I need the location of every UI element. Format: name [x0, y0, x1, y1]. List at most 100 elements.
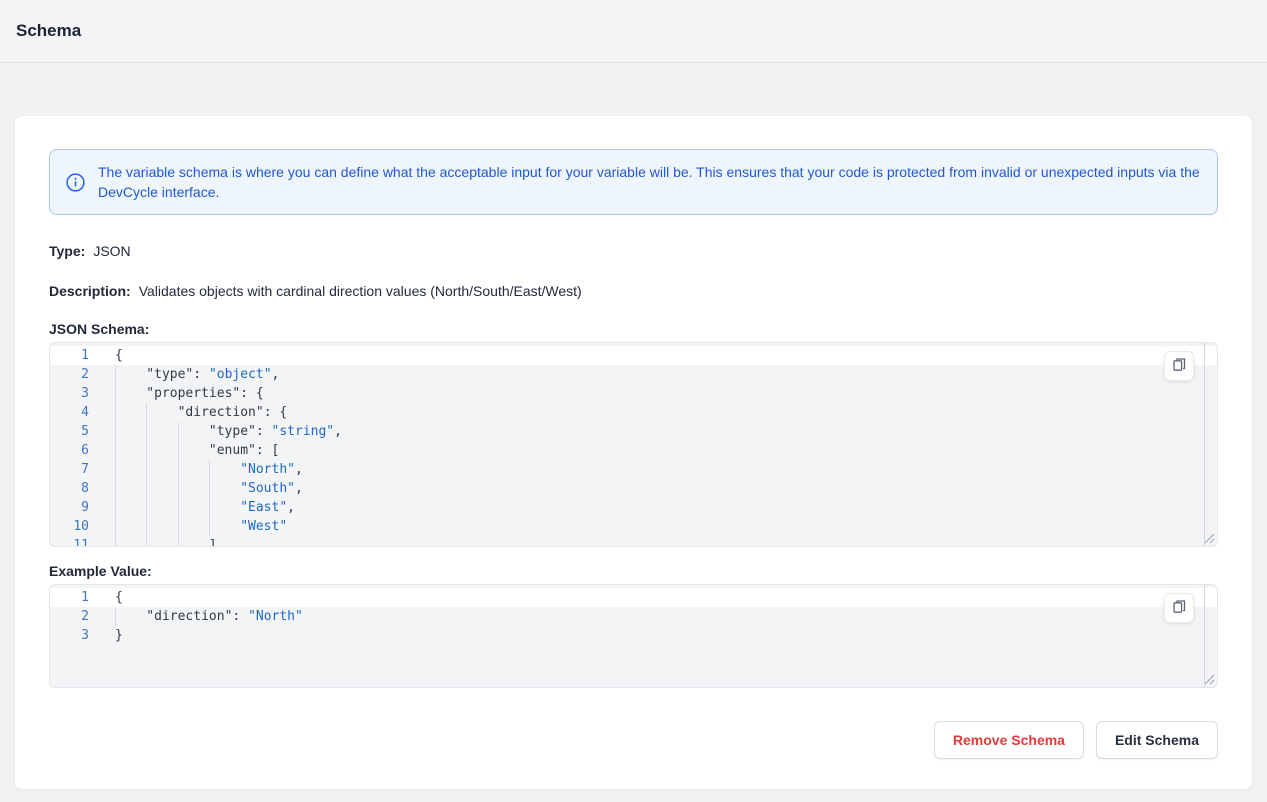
resize-handle-icon[interactable] — [1204, 674, 1215, 685]
indent-guide — [178, 422, 209, 441]
code-text: "enum": [ — [103, 441, 1217, 460]
line-number: 2 — [50, 607, 103, 626]
indent-guide — [178, 498, 209, 517]
code-text: } — [103, 626, 1217, 645]
indent-guide — [115, 479, 146, 498]
resize-handle-icon[interactable] — [1204, 533, 1215, 544]
indent-guide — [146, 460, 177, 479]
indent-guide — [146, 479, 177, 498]
code-text: ] — [103, 536, 1217, 547]
line-number: 2 — [50, 365, 103, 384]
indent-guide — [115, 403, 146, 422]
code-key: "type" — [146, 365, 193, 384]
indent-guide — [209, 498, 240, 517]
line-number: 1 — [50, 588, 103, 607]
line-number: 9 — [50, 498, 103, 517]
code-punctuation: } — [115, 626, 123, 645]
indent-guide — [146, 536, 177, 547]
remove-schema-button[interactable]: Remove Schema — [934, 721, 1084, 759]
description-label: Description: — [49, 283, 131, 299]
code-key: "direction" — [146, 607, 232, 626]
indent-guide — [115, 365, 146, 384]
code-text: { — [103, 346, 1217, 365]
code-punctuation: ] — [209, 536, 217, 547]
code-text: "South", — [103, 479, 1217, 498]
indent-guide — [115, 517, 146, 536]
page-header: Schema — [0, 0, 1267, 63]
description-row: Description:Validates objects with cardi… — [49, 281, 1218, 302]
code-line-6: 6"enum": [ — [50, 441, 1217, 460]
code-punctuation: : — [193, 365, 209, 384]
code-string-value: "North" — [248, 607, 303, 626]
code-punctuation: { — [115, 588, 123, 607]
indent-guide — [115, 498, 146, 517]
example-value-label: Example Value: — [49, 563, 1218, 579]
card-actions: Remove Schema Edit Schema — [49, 721, 1218, 759]
code-line-11: 11] — [50, 536, 1217, 547]
code-line-8: 8"South", — [50, 479, 1217, 498]
edit-schema-button[interactable]: Edit Schema — [1096, 721, 1218, 759]
indent-guide — [115, 460, 146, 479]
indent-guide — [146, 403, 177, 422]
indent-guide — [178, 517, 209, 536]
code-string-value: "object" — [209, 365, 272, 384]
indent-guide — [115, 422, 146, 441]
info-circle-icon — [66, 173, 85, 192]
code-line-4: 4"direction": { — [50, 403, 1217, 422]
line-number: 8 — [50, 479, 103, 498]
code-line-1: 1{ — [50, 588, 1217, 607]
code-key: "type" — [209, 422, 256, 441]
indent-guide — [146, 498, 177, 517]
indent-guide — [178, 441, 209, 460]
code-text: "East", — [103, 498, 1217, 517]
indent-guide — [146, 422, 177, 441]
info-alert: The variable schema is where you can def… — [49, 149, 1218, 215]
code-string-value: "South" — [240, 479, 295, 498]
copy-example-button[interactable] — [1164, 593, 1194, 623]
code-line-2: 2"type": "object", — [50, 365, 1217, 384]
alert-text: The variable schema is where you can def… — [98, 162, 1201, 202]
schema-card: The variable schema is where you can def… — [14, 115, 1253, 790]
indent-guide — [178, 536, 209, 547]
line-number: 10 — [50, 517, 103, 536]
line-number: 11 — [50, 536, 103, 547]
json-schema-label: JSON Schema: — [49, 321, 1218, 337]
code-line-3: 3} — [50, 626, 1217, 645]
code-punctuation: : — [256, 422, 272, 441]
editor-scrollbar[interactable] — [1204, 585, 1217, 687]
code-line-1: 1{ — [50, 346, 1217, 365]
line-number: 3 — [50, 384, 103, 403]
code-line-2: 2 "direction": "North" — [50, 607, 1217, 626]
type-value: JSON — [93, 243, 130, 259]
code-punctuation: : [ — [256, 441, 279, 460]
code-string-value: "string" — [272, 422, 335, 441]
line-number: 5 — [50, 422, 103, 441]
type-row: Type: JSON — [49, 241, 1218, 262]
copy-schema-button[interactable] — [1164, 351, 1194, 381]
line-number: 1 — [50, 346, 103, 365]
page-title: Schema — [16, 21, 81, 41]
example-value-editor[interactable]: 1{2"direction": "North"3} — [49, 584, 1218, 688]
line-number: 3 — [50, 626, 103, 645]
line-number: 7 — [50, 460, 103, 479]
code-line-7: 7"North", — [50, 460, 1217, 479]
indent-guide — [178, 479, 209, 498]
editor-scrollbar[interactable] — [1204, 343, 1217, 546]
code-text: { — [103, 588, 1217, 607]
code-line-9: 9"East", — [50, 498, 1217, 517]
code-text: "direction": { — [103, 403, 1217, 422]
code-string-value: "West" — [240, 517, 287, 536]
code-key: "direction" — [178, 403, 264, 422]
line-number: 4 — [50, 403, 103, 422]
type-label: Type: — [49, 243, 85, 259]
code-punctuation: : { — [264, 403, 287, 422]
code-text: "type": "string", — [103, 422, 1217, 441]
json-schema-code: 1{2"type": "object",3"properties": {4"di… — [50, 343, 1217, 547]
code-line-10: 10 "West" — [50, 517, 1217, 536]
example-value-code: 1{2"direction": "North"3} — [50, 585, 1217, 645]
line-number: 6 — [50, 441, 103, 460]
indent-guide — [209, 460, 240, 479]
code-punctuation: : — [232, 607, 248, 626]
indent-guide — [209, 479, 240, 498]
json-schema-editor[interactable]: 1{2"type": "object",3"properties": {4"di… — [49, 342, 1218, 547]
